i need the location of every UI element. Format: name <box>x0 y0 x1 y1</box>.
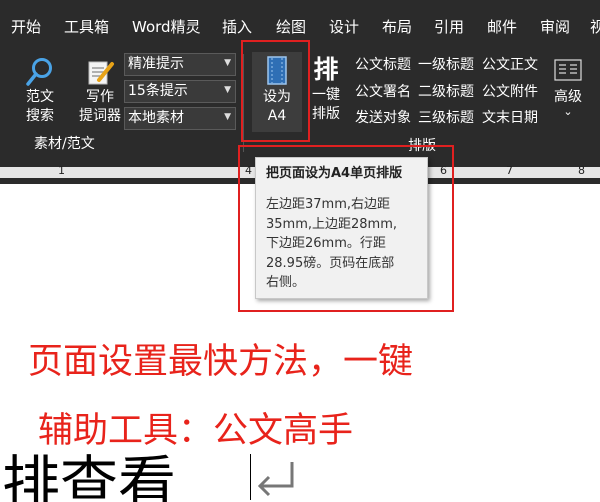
tab-view[interactable]: 视 <box>590 18 600 36</box>
tab-word-genie[interactable]: Word精灵 <box>132 18 201 36</box>
dropdown-arrow-icon: ▼ <box>224 58 231 68</box>
one-key-label-2: 排版 <box>312 106 340 122</box>
caption-line-1: 页面设置最快方法，一键 <box>28 342 414 382</box>
dropdown-arrow-icon: ▼ <box>224 112 231 122</box>
document-body-text: 排查看 <box>2 449 177 502</box>
prompt-count-value: 15条提示 <box>128 83 188 99</box>
official-attachment-button[interactable]: 公文附件 <box>482 83 538 101</box>
writing-label-1: 写作 <box>86 89 114 105</box>
tab-toolbox[interactable]: 工具箱 <box>64 18 109 36</box>
search-template-button[interactable]: 范文 搜索 <box>18 56 62 126</box>
official-title-button[interactable]: 公文标题 <box>355 56 411 74</box>
material-source-value: 本地素材 <box>128 110 184 126</box>
writing-label-2: 提词器 <box>79 108 121 124</box>
notepad-pencil-icon <box>88 61 114 85</box>
search-label-2: 搜索 <box>26 108 54 124</box>
one-key-label-1: 一键 <box>312 87 340 103</box>
material-source-select[interactable]: 本地素材 ▼ <box>124 107 236 130</box>
tab-mailings[interactable]: 邮件 <box>487 18 517 36</box>
tab-references[interactable]: 引用 <box>434 18 464 36</box>
tab-design[interactable]: 设计 <box>329 18 359 36</box>
tab-insert[interactable]: 插入 <box>222 18 252 36</box>
precision-prompt-value: 精准提示 <box>128 56 184 72</box>
tab-layout[interactable]: 布局 <box>382 18 412 36</box>
tooltip-highlight <box>238 145 454 312</box>
group-label-material: 素材/范文 <box>34 136 95 152</box>
level3-heading-button[interactable]: 三级标题 <box>418 109 474 127</box>
official-signature-button[interactable]: 公文署名 <box>355 83 411 101</box>
paragraph-mark-icon <box>257 462 294 497</box>
level2-heading-button[interactable]: 二级标题 <box>418 83 474 101</box>
tab-review[interactable]: 审阅 <box>540 18 570 36</box>
chevron-down-icon: ⌄ <box>563 105 573 118</box>
ruler-number: 7 <box>506 164 513 177</box>
end-date-button[interactable]: 文末日期 <box>482 109 538 127</box>
tab-draw[interactable]: 绘图 <box>276 18 306 36</box>
a4-button-highlight <box>241 40 310 142</box>
advanced-button[interactable]: 高级 ⌄ <box>550 58 586 117</box>
level1-heading-button[interactable]: 一级标题 <box>418 56 474 74</box>
search-label-1: 范文 <box>26 89 54 105</box>
search-icon <box>26 58 52 86</box>
official-body-button[interactable]: 公文正文 <box>482 56 538 74</box>
layout-glyph-icon: 排 <box>313 55 339 84</box>
writing-prompter-button[interactable]: 写作 提词器 <box>74 56 126 126</box>
send-to-button[interactable]: 发送对象 <box>355 109 411 127</box>
ruler-number: 1 <box>58 164 65 177</box>
caption-line-2: 辅助工具：公文高手 <box>38 411 354 451</box>
one-key-layout-button[interactable]: 排 一键 排版 <box>306 54 346 124</box>
columns-icon <box>554 59 582 81</box>
dropdown-arrow-icon: ▼ <box>224 85 231 95</box>
text-cursor <box>250 454 251 500</box>
tab-home[interactable]: 开始 <box>11 18 41 36</box>
ruler-number: 8 <box>578 164 585 177</box>
prompt-count-select[interactable]: 15条提示 ▼ <box>124 80 236 103</box>
precision-prompt-select[interactable]: 精准提示 ▼ <box>124 53 236 76</box>
